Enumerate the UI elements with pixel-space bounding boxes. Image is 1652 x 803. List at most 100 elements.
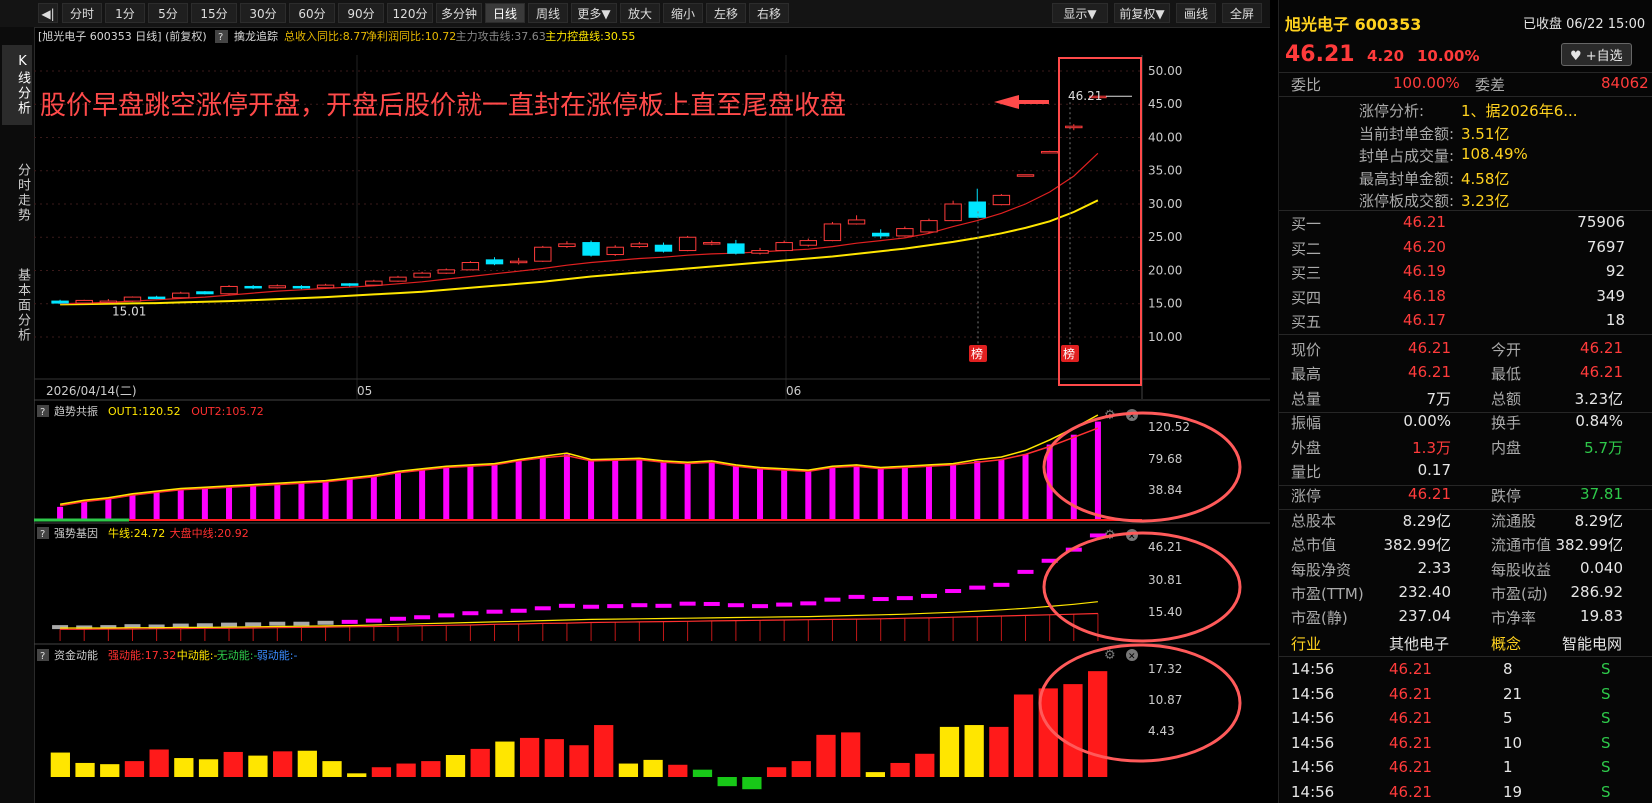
gene-box xyxy=(341,619,358,624)
gene-box xyxy=(607,604,624,609)
quote-label: 最高 xyxy=(1291,365,1322,384)
quote-label: 总额 xyxy=(1491,389,1522,408)
tick-time: 14:56 xyxy=(1291,782,1335,801)
trend-bar xyxy=(974,460,981,520)
fund-bar xyxy=(766,767,787,777)
gene-box xyxy=(389,616,406,621)
wei-cha-label: 委差 xyxy=(1475,76,1506,94)
pane-value: 中动能:- xyxy=(177,648,218,662)
separator xyxy=(1279,334,1652,335)
indicator-name: 擒龙追踪 xyxy=(234,29,278,43)
candle-body xyxy=(244,285,262,289)
candle-body xyxy=(268,285,287,289)
toolbar-button-10[interactable]: 周线 xyxy=(528,3,568,23)
toolbar-right-button-1[interactable]: 前复权▼ xyxy=(1114,3,1170,23)
toolbar-button-6[interactable]: 90分 xyxy=(338,3,384,23)
toolbar-button-9[interactable]: 日线 xyxy=(485,3,525,23)
bid-volume: 92 xyxy=(1605,262,1625,280)
separator xyxy=(1279,210,1652,211)
gene-box xyxy=(196,623,213,628)
fund-bar xyxy=(297,750,317,777)
limit-analysis-value: 4.58亿 xyxy=(1461,169,1510,188)
tab-k-line[interactable]: K线分析 xyxy=(2,45,32,125)
pane-help-text: ? xyxy=(40,651,45,662)
pane-value: 牛线:24.72 xyxy=(108,526,165,540)
fund-bar xyxy=(421,761,441,777)
kline-chart[interactable]: [旭光电子 600353 日线] (前复权)? 擒龙追踪 总收入同比:8.77净利润… xyxy=(34,27,1270,803)
y-tick-label: 79.68 xyxy=(1148,452,1182,466)
fund-bar xyxy=(272,751,293,777)
toolbar-button-2[interactable]: 5分 xyxy=(148,3,188,23)
quote-label: 流通市值 xyxy=(1491,536,1552,555)
toolbar-button-7[interactable]: 120分 xyxy=(387,3,433,23)
trend-bar xyxy=(732,466,739,520)
date-label: 05 xyxy=(357,384,372,398)
toolbar-button-3[interactable]: 15分 xyxy=(191,3,237,23)
quote-value: 37.81 xyxy=(1580,485,1623,504)
trend-bar xyxy=(419,470,426,520)
trend-bar xyxy=(177,489,184,520)
trend-bar xyxy=(57,506,64,520)
trend-bar xyxy=(781,470,788,520)
left-tabs: K线分析 分时走势 基本面分析 xyxy=(0,27,35,803)
quote-value: 46.21 xyxy=(1408,485,1451,504)
toolbar-button-14[interactable]: 左移 xyxy=(706,3,746,23)
pane-value: 弱动能:- xyxy=(257,648,298,662)
toolbar-right-button-2[interactable]: 画线 xyxy=(1176,3,1216,23)
candle-body xyxy=(799,240,818,246)
toolbar-button-15[interactable]: 右移 xyxy=(749,3,789,23)
candle-body xyxy=(292,285,311,289)
candle-body xyxy=(871,232,890,237)
fund-bar xyxy=(939,726,960,777)
quote-label: 总股本 xyxy=(1291,511,1337,530)
gene-yellow-line xyxy=(60,601,1098,629)
limit-analysis-value: 3.23亿 xyxy=(1461,192,1510,210)
y-tick-label: 45.00 xyxy=(1148,97,1182,111)
pane-help-text: ? xyxy=(40,529,45,540)
y-tick-label: 4.43 xyxy=(1148,724,1175,738)
add-watchlist-button[interactable]: ♥ +自选 xyxy=(1561,43,1632,66)
y-tick-label: 15.40 xyxy=(1148,605,1182,619)
tick-volume: 1 xyxy=(1503,758,1513,776)
trend-bar xyxy=(105,499,112,520)
tick-direction: S xyxy=(1601,709,1611,727)
fund-bar xyxy=(865,772,886,777)
toolbar-button-13[interactable]: 缩小 xyxy=(663,3,703,23)
candle-body xyxy=(678,236,697,252)
toolbar-right-button-3[interactable]: 全屏 xyxy=(1222,3,1262,23)
toolbar-button-0[interactable]: 分时 xyxy=(62,3,102,23)
toolbar-button-5[interactable]: 60分 xyxy=(289,3,335,23)
collapse-icon[interactable]: ◀| xyxy=(38,3,58,23)
y-tick-label: 38.84 xyxy=(1148,483,1182,497)
quote-label: 涨停 xyxy=(1291,487,1322,506)
trend-bar xyxy=(588,460,595,520)
indicator-value-1: 净利润同比:10.72 xyxy=(366,29,456,43)
fund-bar xyxy=(322,761,342,777)
trend-bar xyxy=(660,462,667,520)
fund-bar xyxy=(791,761,811,777)
fund-bar xyxy=(149,749,169,777)
toolbar-button-12[interactable]: 放大 xyxy=(620,3,660,23)
toolbar: ◀| 分时 1分 5分 15分 30分 60分 90分 120分 多分钟 日线 周线 更多▼ 放大 缩小左… xyxy=(0,0,1270,28)
fund-bar xyxy=(445,755,466,777)
tab-fundamentals[interactable]: 基本面分析 xyxy=(2,247,32,363)
toolbar-button-1[interactable]: 1分 xyxy=(105,3,145,23)
toolbar-button-11[interactable]: 更多▼ xyxy=(571,3,617,23)
quote-value: 5.7万 xyxy=(1584,438,1623,457)
fund-bar xyxy=(643,759,663,777)
tab-intraday[interactable]: 分时走势 xyxy=(2,145,32,241)
toolbar-right-button-0[interactable]: 显示▼ xyxy=(1052,3,1108,23)
trend-bar xyxy=(539,457,546,520)
trend-bar xyxy=(129,495,136,520)
tick-volume: 10 xyxy=(1503,733,1523,752)
toolbar-button-4[interactable]: 30分 xyxy=(240,3,286,23)
y-tick-label: 35.00 xyxy=(1148,164,1182,178)
trend-bar xyxy=(153,492,160,520)
limit-analysis-label: 当前封单金额: xyxy=(1359,124,1455,143)
candle-body xyxy=(1065,125,1083,129)
toolbar-button-8[interactable]: 多分钟 xyxy=(436,3,482,23)
annotation-text: 股价早盘跳空涨停开盘，开盘后股价就一直封在涨停板上直至尾盘收盘 xyxy=(40,91,846,121)
y-tick-label: 17.32 xyxy=(1148,662,1182,676)
gene-box xyxy=(269,621,286,626)
candle-body xyxy=(847,219,866,225)
